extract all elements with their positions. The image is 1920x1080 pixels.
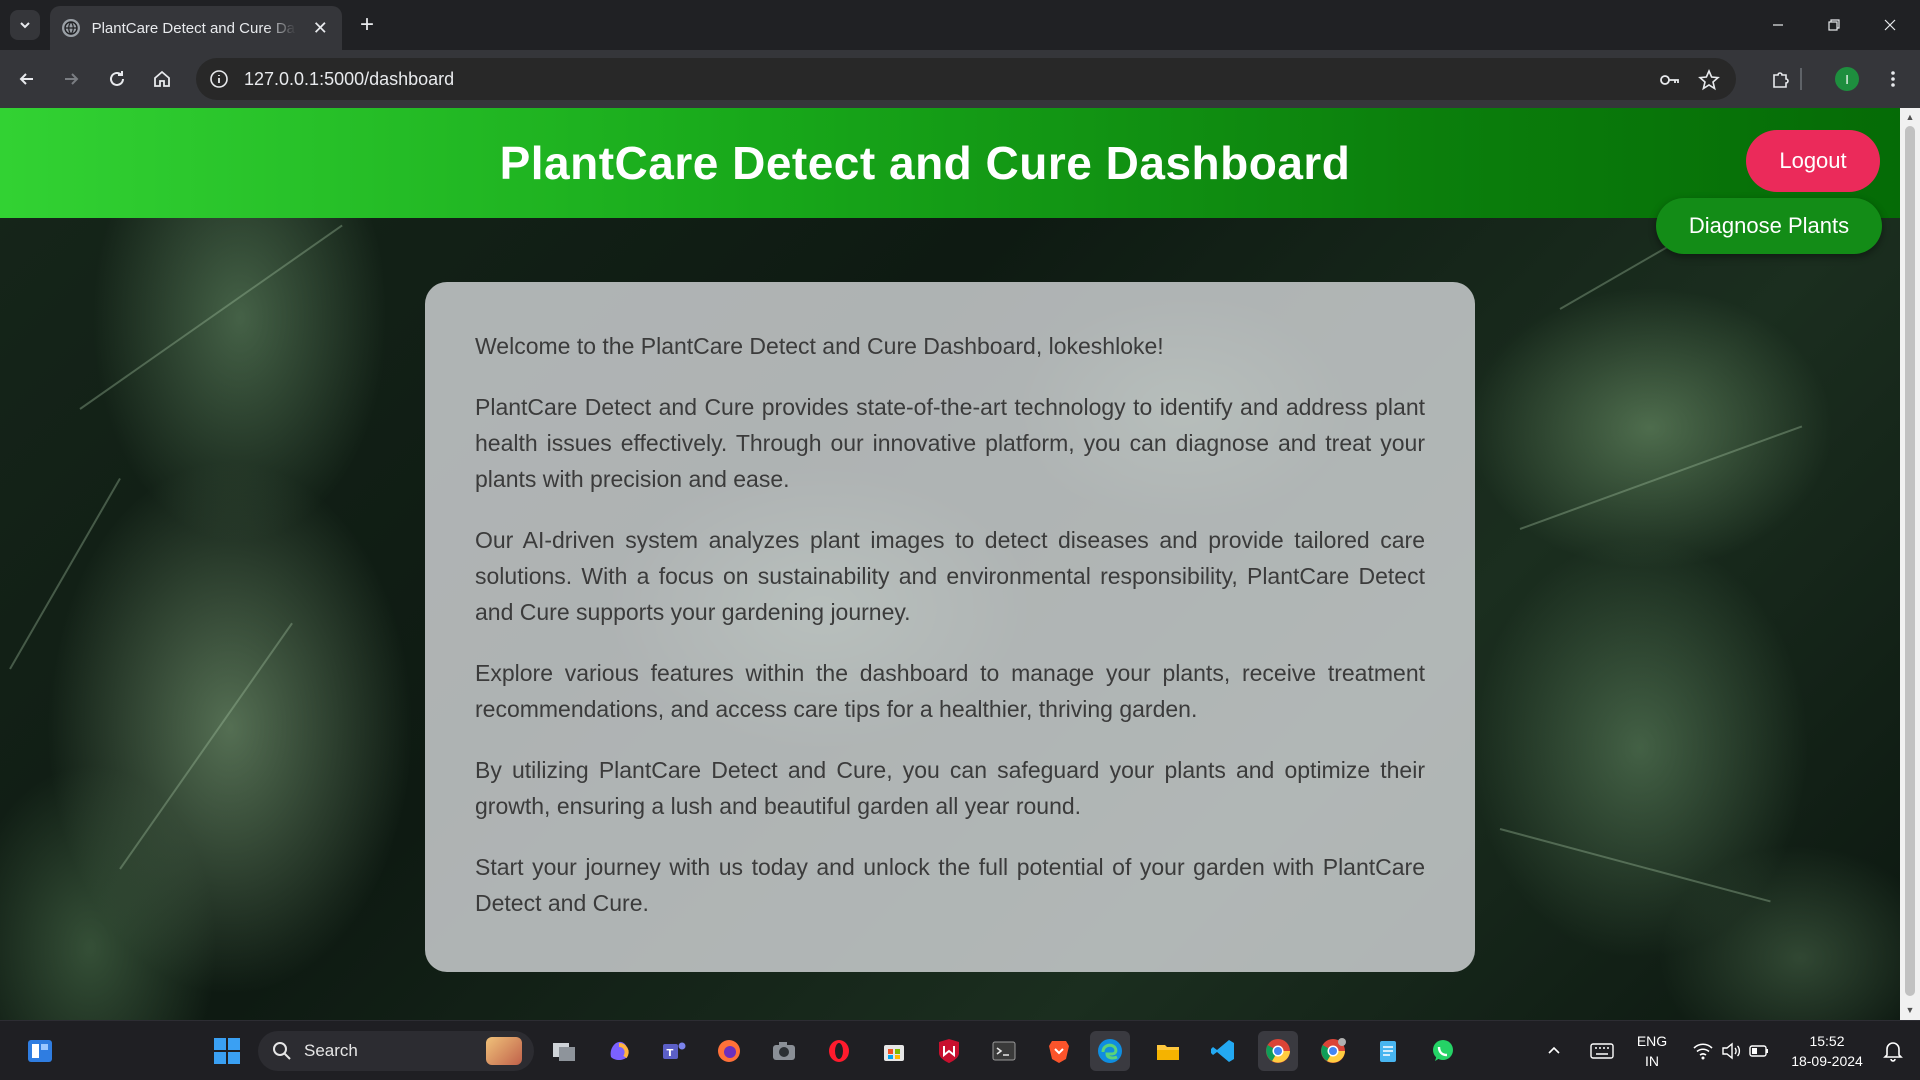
close-window-button[interactable] [1862, 0, 1918, 50]
page-title: PlantCare Detect and Cure Dashboard [499, 137, 1351, 189]
ai-paragraph: Our AI-driven system analyzes plant imag… [475, 527, 1425, 625]
reload-icon [110, 71, 124, 86]
home-button[interactable] [147, 64, 177, 94]
cta-paragraph: Start your journey with us today and unl… [475, 854, 1425, 916]
region-code: IN [1645, 1053, 1659, 1069]
volume-icon [1722, 1042, 1741, 1060]
dashboard-header: PlantCare Detect and Cure Dashboard [0, 108, 1900, 218]
edge-icon[interactable] [1090, 1031, 1130, 1071]
home-icon [154, 70, 170, 87]
svg-text:T: T [667, 1048, 674, 1059]
browser-toolbar: 127.0.0.1:5000/dashboard I [0, 50, 1920, 108]
language-indicator[interactable]: ENG IN [1630, 1031, 1674, 1071]
password-key-icon[interactable] [1656, 67, 1682, 93]
welcome-text: Welcome to the PlantCare Detect and Cure… [475, 333, 1164, 359]
chevron-down-icon [20, 22, 30, 29]
back-button[interactable] [12, 64, 42, 94]
browser-menu-button[interactable] [1878, 64, 1908, 94]
intro-paragraph: PlantCare Detect and Cure provides state… [475, 394, 1425, 492]
minimize-icon [1773, 24, 1783, 26]
copilot-icon[interactable] [599, 1031, 639, 1071]
close-tab-icon[interactable]: ✕ [310, 18, 330, 39]
page-scrollbar[interactable]: ▲ ▼ [1900, 108, 1920, 1020]
teams-icon[interactable]: T [654, 1031, 694, 1071]
extensions-button[interactable] [1766, 64, 1796, 94]
notepad-icon[interactable] [1368, 1031, 1408, 1071]
opera-icon[interactable] [819, 1031, 859, 1071]
arrow-right-icon [65, 73, 79, 85]
taskbar-search[interactable]: Search [258, 1031, 534, 1071]
welcome-card: Welcome to the PlantCare Detect and Cure… [425, 282, 1475, 972]
chrome-profile-icon[interactable] [1313, 1031, 1353, 1071]
time-text: 15:52 [1809, 1033, 1845, 1049]
benefits-paragraph: By utilizing PlantCare Detect and Cure, … [475, 757, 1425, 819]
battery-icon [1749, 1045, 1768, 1057]
site-info-icon[interactable] [208, 68, 230, 90]
search-icon [273, 1042, 291, 1060]
profile-button[interactable]: I [1832, 64, 1862, 94]
tab-title: PlantCare Detect and Cure Dashboard [91, 19, 297, 37]
language-code: ENG [1636, 1033, 1668, 1049]
scrollbar-thumb[interactable] [1905, 126, 1915, 996]
wifi-icon [1693, 1043, 1713, 1060]
scroll-down-icon[interactable]: ▼ [1904, 1004, 1916, 1016]
chevron-up-icon[interactable] [1542, 1031, 1566, 1071]
minimize-button[interactable] [1750, 0, 1806, 50]
tab-search-button[interactable] [10, 10, 40, 40]
date-text: 18-09-2024 [1791, 1053, 1863, 1069]
keyboard-icon[interactable] [1582, 1031, 1622, 1071]
page-viewport: PlantCare Detect and Cure Dashboard Logo… [0, 108, 1900, 1020]
close-icon [1884, 19, 1896, 31]
mcafee-icon[interactable] [929, 1031, 969, 1071]
forward-button[interactable] [56, 64, 86, 94]
microsoft-store-icon[interactable] [874, 1031, 914, 1071]
more-vertical-icon [1891, 71, 1895, 87]
new-tab-button[interactable]: + [352, 10, 382, 40]
notification-bell-icon[interactable] [1876, 1031, 1910, 1071]
toolbar-divider [1800, 68, 1802, 90]
diagnose-plants-button[interactable]: Diagnose Plants [1656, 198, 1882, 254]
globe-icon [62, 19, 80, 37]
whatsapp-icon[interactable] [1423, 1031, 1463, 1071]
restore-button[interactable] [1806, 0, 1862, 50]
address-bar[interactable]: 127.0.0.1:5000/dashboard [196, 58, 1736, 100]
firefox-icon[interactable] [709, 1031, 749, 1071]
url-text[interactable]: 127.0.0.1:5000/dashboard [244, 69, 454, 90]
system-tray-status[interactable] [1686, 1031, 1776, 1071]
search-highlight-icon [486, 1037, 522, 1065]
reload-button[interactable] [102, 64, 132, 94]
windows-taskbar: Search T ENG IN 15:52 18-09-2024 [0, 1020, 1920, 1080]
brave-icon[interactable] [1039, 1031, 1079, 1071]
scroll-up-icon[interactable]: ▲ [1904, 111, 1916, 123]
windows-start-icon[interactable] [207, 1031, 247, 1071]
chrome-icon[interactable] [1258, 1031, 1298, 1071]
task-view-icon[interactable] [544, 1031, 584, 1071]
browser-tab-active[interactable]: PlantCare Detect and Cure Dashboard ✕ [50, 6, 342, 50]
camera-icon[interactable] [764, 1031, 804, 1071]
avatar: I [1835, 67, 1859, 91]
vscode-icon[interactable] [1203, 1031, 1243, 1071]
browser-tabstrip: PlantCare Detect and Cure Dashboard ✕ + [0, 0, 1920, 50]
clock[interactable]: 15:52 18-09-2024 [1782, 1031, 1872, 1071]
arrow-left-icon [19, 73, 33, 85]
logout-button[interactable]: Logout [1746, 130, 1880, 192]
bookmark-star-icon[interactable] [1696, 67, 1722, 93]
features-paragraph: Explore various features within the dash… [475, 660, 1425, 722]
puzzle-icon [1773, 72, 1789, 88]
restore-icon [1828, 19, 1840, 31]
file-explorer-icon[interactable] [1148, 1031, 1188, 1071]
widgets-icon[interactable] [20, 1031, 60, 1071]
search-placeholder: Search [304, 1041, 358, 1060]
terminal-icon[interactable] [984, 1031, 1024, 1071]
